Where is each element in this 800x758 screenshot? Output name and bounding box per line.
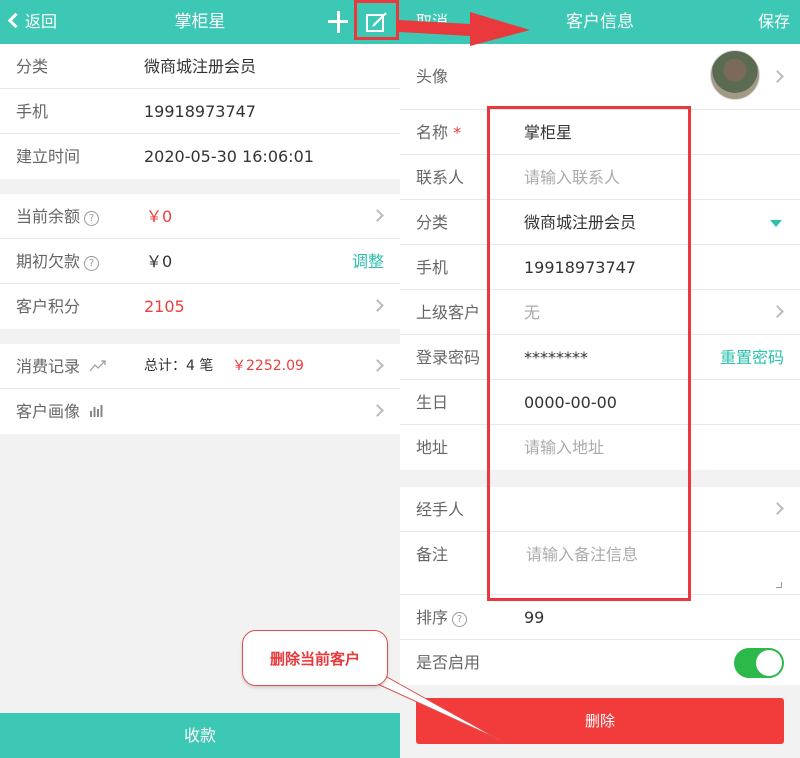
- initial-debt-row: 期初欠款? ￥0 调整: [0, 239, 400, 284]
- sort-field[interactable]: 99: [524, 595, 544, 640]
- delete-customer-callout: 删除当前客户: [242, 630, 388, 686]
- initial-debt-label: 期初欠款: [16, 252, 81, 271]
- chevron-right-icon: [371, 299, 384, 312]
- consume-record-label: 消费记录: [16, 357, 81, 376]
- balance-group: 当前余额? ￥0 期初欠款? ￥0 调整 客户积分 2105: [0, 194, 400, 329]
- add-icon[interactable]: [327, 8, 349, 36]
- handler-label: 经手人: [416, 500, 465, 519]
- current-balance-label: 当前余额: [16, 207, 81, 226]
- points-value: 2105: [144, 297, 185, 316]
- list-item: 建立时间 2020-05-30 16:06:01: [0, 134, 400, 179]
- delete-button[interactable]: 删除: [416, 698, 784, 744]
- resize-handle-icon[interactable]: [776, 582, 782, 588]
- reset-password-link[interactable]: 重置密码: [720, 335, 784, 380]
- help-icon[interactable]: ?: [84, 256, 100, 271]
- help-icon[interactable]: ?: [452, 612, 468, 627]
- birthday-label: 生日: [416, 393, 449, 412]
- help-icon[interactable]: ?: [84, 211, 100, 226]
- points-row[interactable]: 客户积分 2105: [0, 284, 400, 329]
- initial-debt-value: ￥0: [146, 252, 173, 271]
- contact-label: 联系人: [416, 168, 465, 187]
- current-balance-row[interactable]: 当前余额? ￥0: [0, 194, 400, 239]
- records-group: 消费记录 总计：4 笔 ￥2252.09 客户画像: [0, 344, 400, 434]
- chevron-right-icon: [771, 70, 784, 83]
- required-mark: *: [453, 123, 462, 142]
- category-value: 微商城注册会员: [144, 57, 257, 76]
- consume-amount: ￥2252.09: [232, 358, 304, 374]
- edit-header: 取消 客户信息 保存: [400, 0, 800, 44]
- points-label: 客户积分: [16, 297, 81, 316]
- consume-total: 总计：4 笔: [144, 358, 214, 374]
- password-label: 登录密码: [416, 348, 481, 367]
- enabled-row: 是否启用: [400, 640, 800, 685]
- detail-header: 返回 掌柜星: [0, 0, 400, 44]
- consume-record-row[interactable]: 消费记录 总计：4 笔 ￥2252.09: [0, 344, 400, 389]
- parent-customer-label: 上级客户: [416, 303, 481, 322]
- adjust-link[interactable]: 调整: [352, 239, 384, 284]
- customer-profile-label: 客户画像: [16, 402, 81, 421]
- category-label: 分类: [16, 57, 49, 76]
- address-label: 地址: [416, 438, 449, 457]
- avatar[interactable]: [710, 50, 760, 100]
- trend-icon: [89, 360, 106, 372]
- toggle-knob: [756, 650, 782, 676]
- page-title: 客户信息: [566, 12, 634, 32]
- chevron-right-icon: [771, 502, 784, 515]
- chevron-right-icon: [371, 209, 384, 222]
- name-label: 名称: [416, 123, 449, 142]
- note-label: 备注: [416, 545, 449, 564]
- phone-label: 手机: [16, 102, 49, 121]
- collect-payment-button[interactable]: 收款: [0, 713, 400, 758]
- bar-chart-icon: [90, 405, 103, 417]
- customer-profile-row[interactable]: 客户画像: [0, 389, 400, 434]
- chevron-right-icon: [371, 359, 384, 372]
- chevron-right-icon: [371, 404, 384, 417]
- sort-label: 排序: [416, 608, 449, 627]
- created-time-value: 2020-05-30 16:06:01: [144, 147, 314, 166]
- chevron-right-icon: [771, 305, 784, 318]
- category-label: 分类: [416, 213, 449, 232]
- list-item: 手机 19918973747: [0, 89, 400, 134]
- avatar-row[interactable]: 头像: [400, 44, 800, 110]
- phone-label: 手机: [416, 258, 449, 277]
- created-time-label: 建立时间: [16, 147, 81, 166]
- current-balance-value: ￥0: [146, 207, 173, 226]
- sort-row: 排序? 99: [400, 595, 800, 640]
- list-item: 分类 微商城注册会员: [0, 44, 400, 89]
- enabled-toggle[interactable]: [734, 648, 784, 678]
- avatar-label: 头像: [416, 67, 449, 86]
- phone-value: 19918973747: [144, 102, 256, 121]
- edit-icon-highlight: [354, 0, 399, 40]
- form-highlight-box: [487, 106, 691, 601]
- save-button[interactable]: 保存: [758, 0, 790, 44]
- caret-down-icon: [770, 220, 782, 227]
- enabled-label: 是否启用: [416, 653, 481, 672]
- basic-info-group: 分类 微商城注册会员 手机 19918973747 建立时间 2020-05-3…: [0, 44, 400, 179]
